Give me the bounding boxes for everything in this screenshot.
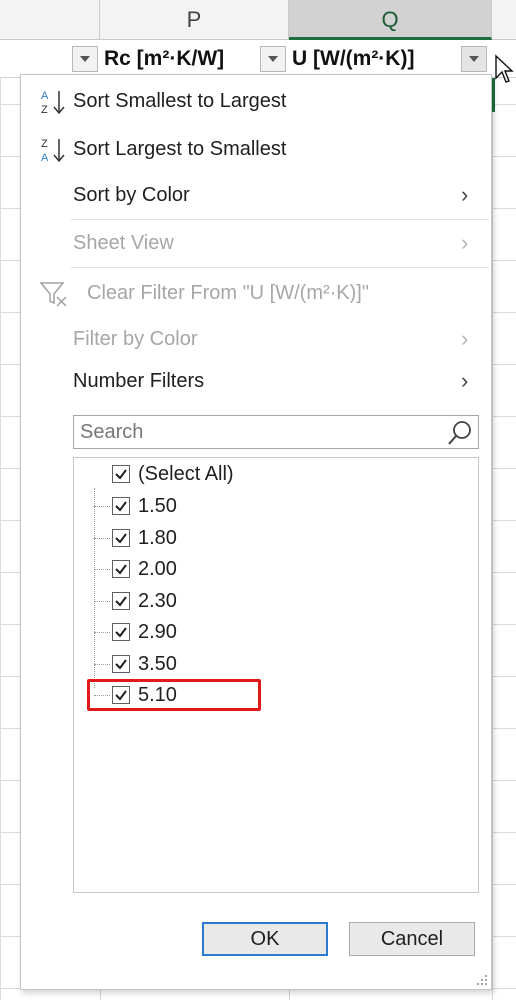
- dropdown-arrow-icon: [80, 56, 90, 62]
- checkbox[interactable]: [112, 592, 130, 610]
- checkbox[interactable]: [112, 655, 130, 673]
- list-item-label: 2.90: [138, 620, 177, 643]
- clear-filter-item[interactable]: Clear Filter From "U [W/(m²·K)]": [21, 271, 491, 315]
- list-item[interactable]: 1.80: [112, 524, 177, 552]
- checkbox[interactable]: [112, 560, 130, 578]
- sort-ascending-label: Sort Smallest to Largest: [73, 89, 287, 112]
- column-header-row: P Q: [0, 0, 516, 40]
- sort-descending-icon: Z A: [41, 138, 65, 164]
- sort-ascending-icon: A Z: [41, 90, 65, 116]
- sort-descending-item[interactable]: Z A Sort Largest to Smallest: [21, 127, 491, 171]
- svg-text:Z: Z: [41, 104, 48, 116]
- header-cell-p[interactable]: Rc [m²·K/W]: [72, 40, 224, 78]
- svg-text:A: A: [41, 152, 49, 164]
- sort-ascending-item[interactable]: A Z Sort Smallest to Largest: [21, 79, 491, 123]
- checkbox[interactable]: [112, 465, 130, 483]
- search-input[interactable]: [74, 416, 434, 448]
- list-item-label: 1.80: [138, 526, 177, 549]
- search-field[interactable]: [73, 415, 479, 449]
- tree-connector: [94, 488, 95, 688]
- checkmark-icon: [115, 627, 127, 638]
- filter-dropdown-button-p[interactable]: [260, 46, 286, 72]
- svg-text:A: A: [41, 90, 49, 102]
- sheet-view-label: Sheet View: [73, 231, 174, 254]
- chevron-right-icon: ›: [461, 230, 469, 255]
- list-item-label: 2.00: [138, 557, 177, 580]
- tree-connector: [94, 538, 110, 539]
- header-cell-q-filter[interactable]: [461, 40, 493, 78]
- sort-descending-label: Sort Largest to Smallest: [73, 137, 287, 160]
- tree-connector: [94, 506, 110, 507]
- cancel-button[interactable]: Cancel: [349, 922, 475, 956]
- dropdown-arrow-icon: [469, 56, 479, 62]
- chevron-right-icon: ›: [461, 326, 469, 351]
- filter-dropdown-button-o[interactable]: [72, 46, 98, 72]
- list-item-label: (Select All): [138, 462, 234, 485]
- resize-grip-icon[interactable]: [476, 974, 488, 986]
- search-icon: [448, 421, 471, 445]
- checkbox[interactable]: [112, 623, 130, 641]
- menu-separator: [71, 267, 489, 268]
- list-item-label: 1.50: [138, 494, 177, 517]
- number-filters-label: Number Filters: [73, 369, 205, 392]
- filter-dropdown-button-q[interactable]: [461, 46, 487, 72]
- header-label-u: U [W/(m²·K)]: [292, 47, 415, 70]
- tree-connector: [94, 632, 110, 633]
- filter-by-color-label: Filter by Color: [73, 327, 198, 350]
- checkmark-icon: [115, 501, 127, 512]
- list-item-select-all[interactable]: (Select All): [112, 460, 234, 488]
- column-header-p[interactable]: P: [100, 0, 289, 40]
- checkmark-icon: [115, 469, 127, 480]
- checkmark-icon: [115, 596, 127, 607]
- sheet-view-item[interactable]: Sheet View ›: [21, 221, 491, 265]
- ok-button[interactable]: OK: [202, 922, 328, 956]
- autofilter-dropdown-panel: A Z Sort Smallest to Largest Z A Sort La…: [20, 74, 492, 990]
- sort-by-color-label: Sort by Color: [73, 183, 190, 206]
- checkmark-icon: [115, 659, 127, 670]
- tree-connector: [94, 664, 110, 665]
- menu-separator: [71, 219, 489, 220]
- tree-connector: [94, 601, 110, 602]
- chevron-right-icon: ›: [461, 368, 469, 393]
- list-item-label: 3.50: [138, 652, 177, 675]
- svg-text:Z: Z: [41, 138, 48, 150]
- checkbox[interactable]: [112, 529, 130, 547]
- value-checklist: (Select All) 1.50 1.80 2.00 2.30 2.90 3.…: [73, 457, 479, 893]
- table-header-row: Rc [m²·K/W] U [W/(m²·K)]: [0, 40, 516, 78]
- list-item[interactable]: 3.50: [112, 650, 177, 678]
- checkmark-icon: [115, 533, 127, 544]
- list-item[interactable]: 1.50: [112, 492, 177, 520]
- clear-filter-icon: [39, 282, 67, 307]
- chevron-right-icon: ›: [461, 182, 469, 207]
- number-filters-item[interactable]: Number Filters ›: [21, 359, 491, 403]
- column-header-r[interactable]: [492, 0, 516, 40]
- tree-connector: [94, 569, 110, 570]
- mouse-cursor-icon: [495, 54, 514, 83]
- header-label-rc: Rc [m²·K/W]: [104, 47, 225, 70]
- dropdown-arrow-icon: [268, 56, 278, 62]
- checkbox[interactable]: [112, 497, 130, 515]
- list-item[interactable]: 2.00: [112, 555, 177, 583]
- clear-filter-label: Clear Filter From "U [W/(m²·K)]": [87, 281, 369, 304]
- highlight-annotation: [87, 679, 261, 711]
- checkmark-icon: [115, 564, 127, 575]
- column-header-blank[interactable]: [0, 0, 100, 40]
- column-header-q[interactable]: Q: [289, 0, 492, 40]
- list-item-label: 2.30: [138, 589, 177, 612]
- list-item[interactable]: 2.30: [112, 587, 177, 615]
- filter-by-color-item[interactable]: Filter by Color ›: [21, 317, 491, 361]
- header-cell-q[interactable]: U [W/(m²·K)]: [260, 40, 414, 78]
- sort-by-color-item[interactable]: Sort by Color ›: [21, 173, 491, 217]
- list-item[interactable]: 2.90: [112, 618, 177, 646]
